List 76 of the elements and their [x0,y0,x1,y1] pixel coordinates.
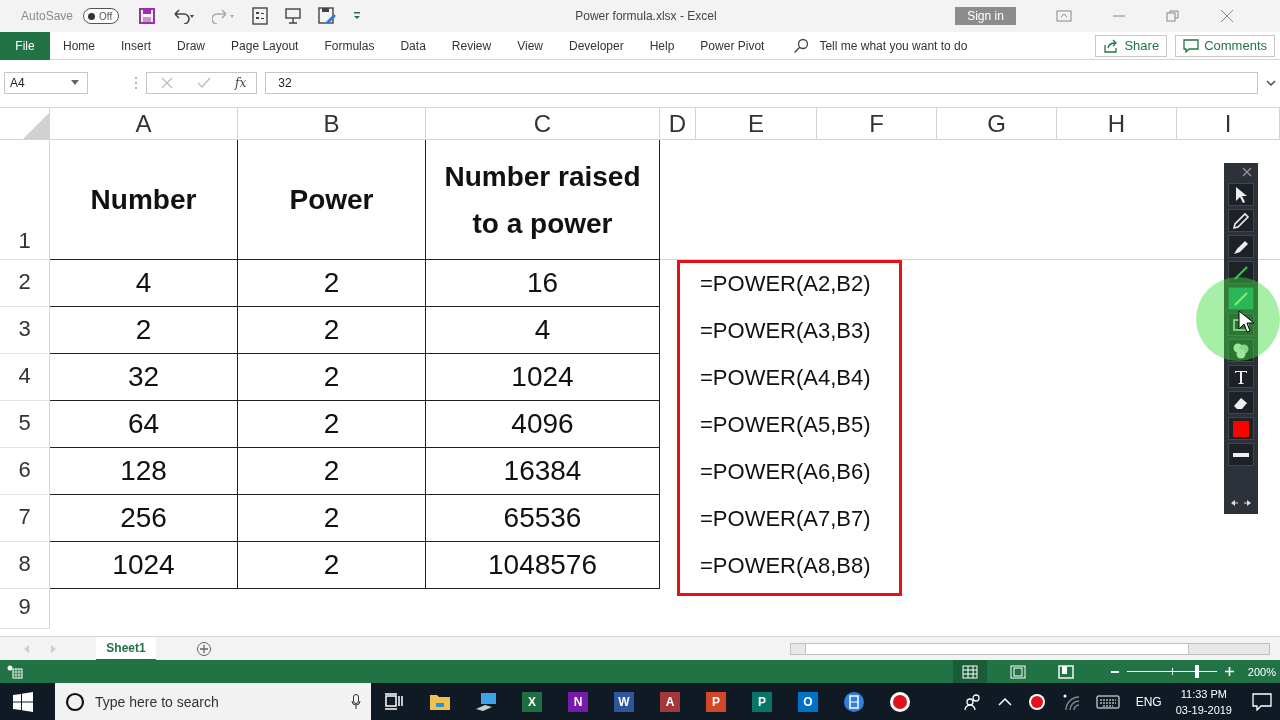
column-header[interactable]: D [660,108,696,140]
taskbar-search-field[interactable]: Type here to search [55,683,371,720]
clock-date[interactable]: 03-19-2019 [1175,701,1232,718]
ribbon-tab[interactable]: Draw [164,31,219,60]
table-cell: 64 [50,401,238,448]
tell-me-field[interactable]: Tell me what you want to do [817,37,1088,54]
zoom-level[interactable]: 200% [1247,665,1276,678]
row-header[interactable]: 7 [0,495,50,542]
column-header[interactable]: I [1177,108,1280,140]
ribbon-tab[interactable]: Review [438,31,505,60]
row-header[interactable]: 3 [0,307,50,354]
share-button[interactable]: Share [1095,34,1168,57]
ribbon-tab[interactable]: Formulas [311,31,388,60]
formula-text: =POWER(A5,B5) [700,411,871,438]
table-cell: 1024 [50,542,238,589]
table-cell: 128 [50,448,238,495]
table-cell: 65536 [426,495,660,542]
table-cell: 2 [238,448,426,495]
ribbon-tab[interactable]: Data [387,31,439,60]
row-header[interactable]: 6 [0,448,50,495]
table-cell: 1024 [426,354,660,401]
table-cell: 2 [50,307,238,354]
row-header[interactable]: 5 [0,401,50,448]
ribbon-tab[interactable]: Developer [555,31,637,60]
ribbon-tab[interactable]: Insert [108,31,165,60]
header-cell: Number [50,140,238,260]
formula-text: =POWER(A8,B8) [700,552,871,579]
header-cell: Number raised to a power [426,140,660,260]
row-header[interactable]: 8 [0,542,50,589]
insert-function-button[interactable]: fx [235,75,247,90]
language-indicator[interactable]: ENG [1135,694,1162,709]
table-cell: 16384 [426,448,660,495]
row-header[interactable]: 9 [0,589,50,629]
column-header[interactable]: A [50,108,238,140]
table-cell: 2 [238,495,426,542]
table-cell: 4 [50,260,238,307]
clock-time[interactable]: 11:33 PM [1180,685,1227,702]
formula-text: =POWER(A6,B6) [700,458,871,485]
autosave-label: AutoSave [21,9,74,23]
ribbon-tab[interactable]: Help [636,31,688,60]
file-tab[interactable]: File [0,31,50,60]
table-cell: 4 [426,307,660,354]
formula-text: =POWER(A2,B2) [700,270,871,297]
formula-text: =POWER(A3,B3) [700,317,871,344]
window-title: Power formula.xlsx - Excel [575,9,718,23]
ribbon-tab[interactable]: Power Pivot [687,31,778,60]
ribbon-tab[interactable]: Page Layout [218,31,312,60]
sheet-tab[interactable]: Sheet1 [96,636,156,661]
formula-text: =POWER(A4,B4) [700,364,871,391]
comments-button[interactable]: Comments [1175,34,1275,57]
table-cell: 2 [238,260,426,307]
column-header[interactable]: C [426,108,660,140]
row-header[interactable]: 4 [0,354,50,401]
table-cell: 2 [238,542,426,589]
row-header[interactable]: 2 [0,260,50,307]
column-header[interactable]: G [937,108,1057,140]
ribbon-tab[interactable]: Home [50,31,108,60]
table-cell: 2 [238,354,426,401]
table-cell: 256 [50,495,238,542]
table-cell: 16 [426,260,660,307]
name-box[interactable]: A4 [4,71,88,94]
row-header[interactable]: 1 [0,140,50,260]
autosave-toggle[interactable]: Off [83,8,120,24]
table-cell: 1048576 [426,542,660,589]
formula-text: =POWER(A7,B7) [700,505,871,532]
table-cell: 32 [50,354,238,401]
formula-field[interactable]: 32 [265,71,1258,94]
table-cell: 2 [238,401,426,448]
column-header[interactable]: B [238,108,426,140]
table-cell: 4096 [426,401,660,448]
column-header[interactable]: F [817,108,937,140]
column-header[interactable]: H [1057,108,1177,140]
ribbon-tab[interactable]: View [504,31,556,60]
column-header[interactable]: E [696,108,817,140]
table-cell: 2 [238,307,426,354]
header-cell: Power [238,140,426,260]
